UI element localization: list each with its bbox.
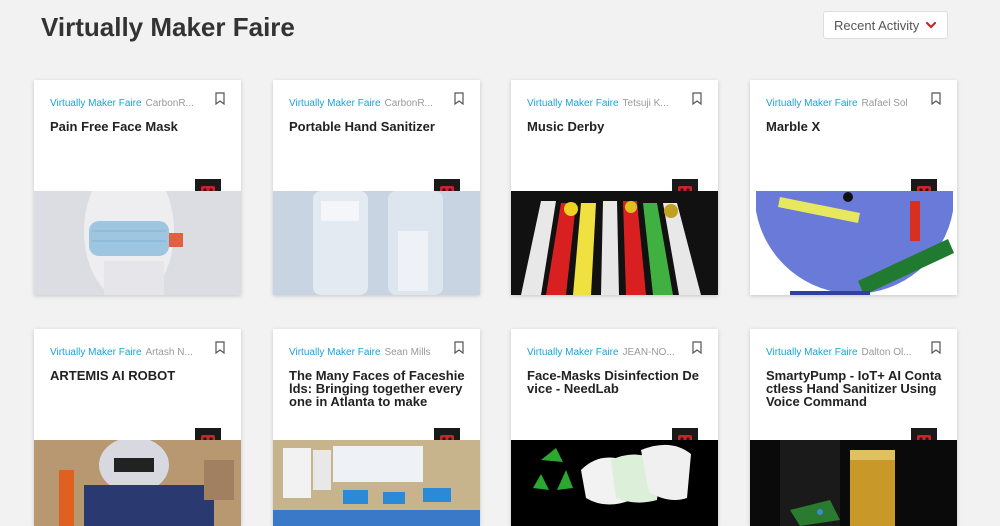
card-meta: Virtually Maker Faire Tetsuji K... <box>527 98 684 109</box>
faire-link[interactable]: Virtually Maker Faire <box>766 98 858 109</box>
faire-link[interactable]: Virtually Maker Faire <box>50 347 142 358</box>
card-meta: Virtually Maker Faire CarbonR... <box>289 98 446 109</box>
author-name[interactable]: CarbonR... <box>385 98 433 109</box>
bookmark-icon[interactable] <box>931 92 941 105</box>
card-meta: Virtually Maker Faire Rafael Sol <box>766 98 923 109</box>
project-card[interactable]: Virtually Maker Faire Artash N... ARTEMIS… <box>34 329 241 526</box>
project-image[interactable] <box>273 191 480 295</box>
bookmark-icon[interactable] <box>692 341 702 354</box>
author-name[interactable]: Rafael Sol <box>862 98 908 109</box>
project-card[interactable]: Virtually Maker Faire Rafael Sol Marble X <box>750 80 957 295</box>
bookmark-icon[interactable] <box>215 92 225 105</box>
project-image[interactable] <box>750 191 957 295</box>
sort-dropdown[interactable]: Recent Activity <box>823 11 948 39</box>
author-name[interactable]: Dalton Ol... <box>862 347 912 358</box>
page-title: Virtually Maker Faire <box>41 12 295 42</box>
card-title[interactable]: Face-Masks Disinfection Device - NeedLab <box>527 369 704 395</box>
faire-link[interactable]: Virtually Maker Faire <box>766 347 858 358</box>
card-title[interactable]: Music Derby <box>527 120 704 133</box>
author-name[interactable]: Tetsuji K... <box>623 98 669 109</box>
card-title[interactable]: ARTEMIS AI ROBOT <box>50 369 227 382</box>
author-name[interactable]: Artash N... <box>146 347 193 358</box>
project-card[interactable]: Virtually Maker Faire CarbonR... Portable… <box>273 80 480 295</box>
project-card[interactable]: Virtually Maker Faire CarbonR... Pain Fre… <box>34 80 241 295</box>
author-name[interactable]: CarbonR... <box>146 98 194 109</box>
card-meta: Virtually Maker Faire Dalton Ol... <box>766 347 923 358</box>
project-image[interactable] <box>34 440 241 526</box>
faire-link[interactable]: Virtually Maker Faire <box>289 347 381 358</box>
project-image[interactable] <box>273 440 480 526</box>
bookmark-icon[interactable] <box>692 92 702 105</box>
faire-link[interactable]: Virtually Maker Faire <box>527 98 619 109</box>
project-card[interactable]: Virtually Maker Faire JEAN-NO... Face-Mas… <box>511 329 718 526</box>
sort-dropdown-label: Recent Activity <box>834 17 920 33</box>
author-name[interactable]: JEAN-NO... <box>623 347 675 358</box>
faire-link[interactable]: Virtually Maker Faire <box>50 98 142 109</box>
bookmark-icon[interactable] <box>215 341 225 354</box>
card-title[interactable]: The Many Faces of Faceshields: Bringing … <box>289 369 466 408</box>
card-meta: Virtually Maker Faire Artash N... <box>50 347 207 358</box>
bookmark-icon[interactable] <box>454 92 464 105</box>
bookmark-icon[interactable] <box>931 341 941 354</box>
project-image[interactable] <box>750 440 957 526</box>
project-card[interactable]: Virtually Maker Faire Dalton Ol... Smarty… <box>750 329 957 526</box>
bookmark-icon[interactable] <box>454 341 464 354</box>
chevron-down-icon <box>925 21 937 29</box>
faire-link[interactable]: Virtually Maker Faire <box>527 347 619 358</box>
card-title[interactable]: SmartyPump - IoT+ AI Contactless Hand Sa… <box>766 369 943 408</box>
author-name[interactable]: Sean Mills <box>385 347 431 358</box>
faire-link[interactable]: Virtually Maker Faire <box>289 98 381 109</box>
card-title[interactable]: Pain Free Face Mask <box>50 120 227 133</box>
project-image[interactable] <box>34 191 241 295</box>
project-card[interactable]: Virtually Maker Faire Sean Mills The Many… <box>273 329 480 526</box>
project-card[interactable]: Virtually Maker Faire Tetsuji K... Music … <box>511 80 718 295</box>
card-meta: Virtually Maker Faire CarbonR... <box>50 98 207 109</box>
card-title[interactable]: Portable Hand Sanitizer <box>289 120 466 133</box>
project-image[interactable] <box>511 440 718 526</box>
card-meta: Virtually Maker Faire JEAN-NO... <box>527 347 684 358</box>
card-title[interactable]: Marble X <box>766 120 943 133</box>
project-image[interactable] <box>511 191 718 295</box>
card-meta: Virtually Maker Faire Sean Mills <box>289 347 446 358</box>
